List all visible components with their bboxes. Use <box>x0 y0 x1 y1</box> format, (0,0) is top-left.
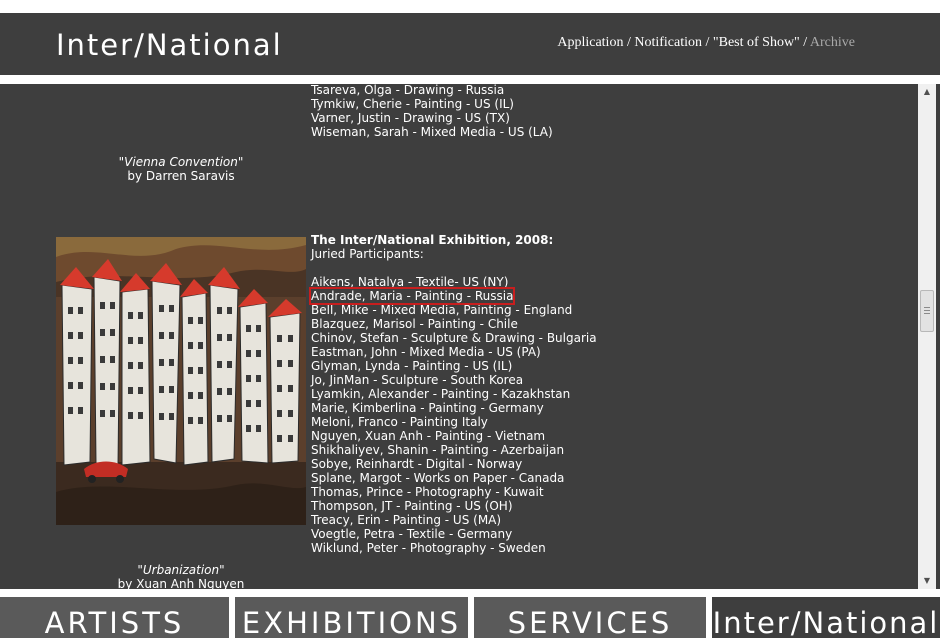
participant-item: Eastman, John - Mixed Media - US (PA) <box>311 345 541 359</box>
participant-item: Sobye, Reinhardt - Digital - Norway <box>311 457 523 471</box>
participant-item: Blazquez, Marisol - Painting - Chile <box>311 317 518 331</box>
site-header: Inter/National Application / Notificatio… <box>0 13 940 75</box>
nav-link-notification[interactable]: Notification <box>634 35 702 50</box>
exhibition-subtitle: Juried Participants: <box>311 247 424 261</box>
site-logo[interactable]: Inter/National <box>56 27 283 63</box>
participant-item: Jo, JinMan - Sculpture - South Korea <box>311 373 524 387</box>
participant-item: Treacy, Erin - Painting - US (MA) <box>311 513 502 527</box>
participant-item: Bell, Mike - Mixed Media, Painting - Eng… <box>311 303 573 317</box>
nav-link-archive[interactable]: Archive <box>810 35 855 50</box>
artwork-title: "Urbanization" <box>137 563 225 577</box>
scrollbar-thumb[interactable] <box>920 290 934 332</box>
participant-item: Varner, Justin - Drawing - US (TX) <box>311 111 510 125</box>
artwork-title: "Vienna Convention" <box>118 155 244 169</box>
participant-item: Splane, Margot - Works on Paper - Canada <box>311 471 565 485</box>
urbanization-painting-image[interactable] <box>56 237 306 525</box>
scroll-down-arrow-icon[interactable]: ▼ <box>918 573 936 589</box>
nav-separator: / <box>702 35 713 50</box>
participant-item: Nguyen, Xuan Anh - Painting - Vietnam <box>311 429 546 443</box>
vertical-scrollbar[interactable]: ▲ ▼ <box>918 84 936 589</box>
participant-item: Glyman, Lynda - Painting - US (IL) <box>311 359 513 373</box>
nav-button-artists[interactable]: ARTISTS <box>0 597 229 638</box>
participant-item: Wiseman, Sarah - Mixed Media - US (LA) <box>311 125 553 139</box>
scroll-up-arrow-icon[interactable]: ▲ <box>918 84 936 100</box>
nav-separator: / <box>799 35 810 50</box>
nav-link-best-of-show[interactable]: "Best of Show" <box>713 35 800 50</box>
participant-item: Lyamkin, Alexander - Painting - Kazakhst… <box>311 387 571 401</box>
grip-line <box>924 310 930 311</box>
participant-item: Tymkiw, Cherie - Painting - US (IL) <box>311 97 514 111</box>
highlighted-participant-text[interactable]: Andrade, Maria - Painting - Russia <box>308 287 516 305</box>
archive-content: Tsareva, Olga - Drawing - Russia Tymkiw,… <box>0 84 918 589</box>
participant-item: Marie, Kimberlina - Painting - Germany <box>311 401 544 415</box>
nav-button-brand[interactable]: Inter/National <box>712 597 940 638</box>
nav-button-services[interactable]: SERVICES <box>474 597 706 638</box>
nav-button-exhibitions[interactable]: EXHIBITIONS <box>235 597 468 638</box>
artwork-artist: by Xuan Anh Nguyen <box>117 577 245 589</box>
exhibition-title: The Inter/National Exhibition, 2008: <box>311 233 554 247</box>
artwork-artist: by Darren Saravis <box>127 169 235 183</box>
participant-item: Voegtle, Petra - Textile - Germany <box>311 527 513 541</box>
main-scroll-area[interactable]: Tsareva, Olga - Drawing - Russia Tymkiw,… <box>0 84 940 589</box>
grip-line <box>924 313 930 314</box>
participant-item: Thompson, JT - Painting - US (OH) <box>311 499 513 513</box>
list-2007-tail: Tsareva, Olga - Drawing - Russia Tymkiw,… <box>311 84 553 139</box>
participant-item: Aikens, Natalya - Textile- US (NY) <box>311 275 509 289</box>
top-nav: Application / Notification / "Best of Sh… <box>557 35 855 51</box>
artwork-caption-vienna: "Vienna Convention" by Darren Saravis <box>56 155 306 183</box>
participant-item: Shikhaliyev, Shanin - Painting - Azerbai… <box>311 443 565 457</box>
artwork-caption-urbanization: "Urbanization" by Xuan Anh Nguyen <box>56 563 306 589</box>
participant-item: Tsareva, Olga - Drawing - Russia <box>311 84 505 97</box>
participant-item: Wiklund, Peter - Photography - Sweden <box>311 541 546 555</box>
participant-item: Meloni, Franco - Painting Italy <box>311 415 488 429</box>
participant-item: Thomas, Prince - Photography - Kuwait <box>311 485 544 499</box>
nav-link-application[interactable]: Application <box>557 35 623 50</box>
exhibition-2008-list: The Inter/National Exhibition, 2008: Jur… <box>308 233 597 555</box>
bottom-nav: ARTISTS EXHIBITIONS SERVICES Inter/Natio… <box>0 597 940 638</box>
participant-item-highlighted[interactable]: Andrade, Maria - Painting - Russia <box>308 287 597 305</box>
nav-separator: / <box>623 35 635 50</box>
grip-line <box>924 307 930 308</box>
participant-item: Chinov, Stefan - Sculpture & Drawing - B… <box>311 331 597 345</box>
